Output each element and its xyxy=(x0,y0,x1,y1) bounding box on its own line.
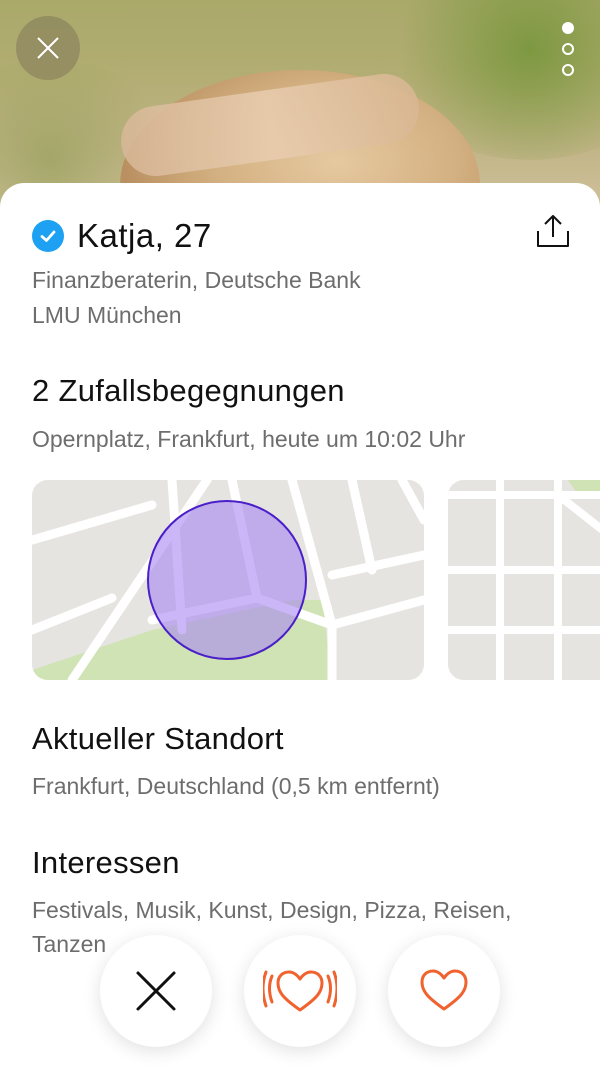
dislike-button[interactable] xyxy=(100,935,212,1047)
pager-dot-1[interactable] xyxy=(562,22,574,34)
encounters-detail: Opernplatz, Frankfurt, heute um 10:02 Uh… xyxy=(32,426,466,452)
encounter-map-2[interactable] xyxy=(448,480,600,680)
photo-pager[interactable] xyxy=(562,22,576,85)
interests-detail-line1: Festivals, Musik, Kunst, Design, Pizza, … xyxy=(32,897,512,923)
like-button[interactable] xyxy=(388,935,500,1047)
pager-dot-3[interactable] xyxy=(562,64,574,76)
profile-card: Katja, 27 Finanzberaterin, Deutsche Bank… xyxy=(0,183,600,1067)
profile-job: Finanzberaterin, Deutsche Bank xyxy=(32,267,361,293)
superlike-button[interactable] xyxy=(244,935,356,1047)
encounters-title: 2 Zufallsbegegnungen xyxy=(32,373,345,408)
share-icon xyxy=(537,215,569,247)
encounter-map-1[interactable] xyxy=(32,480,424,680)
vibrating-heart-icon xyxy=(263,970,337,1012)
location-title: Aktueller Standort xyxy=(32,721,284,756)
pager-dot-2[interactable] xyxy=(562,43,574,55)
name-row: Katja, 27 xyxy=(32,217,212,255)
interests-detail-line2: Tanzen xyxy=(32,931,107,957)
profile-name-age: Katja, 27 xyxy=(77,217,212,254)
map-graphic xyxy=(448,480,600,680)
interests-title: Interessen xyxy=(32,845,180,880)
heart-icon xyxy=(420,969,468,1011)
map-graphic xyxy=(32,480,424,680)
location-detail: Frankfurt, Deutschland (0,5 km entfernt) xyxy=(32,773,440,799)
share-button[interactable] xyxy=(536,213,570,249)
verified-check-icon xyxy=(32,220,64,252)
close-button[interactable] xyxy=(16,16,80,80)
action-bar xyxy=(100,935,532,1047)
x-icon xyxy=(136,971,176,1011)
close-icon xyxy=(37,37,59,59)
profile-school: LMU München xyxy=(32,302,182,328)
